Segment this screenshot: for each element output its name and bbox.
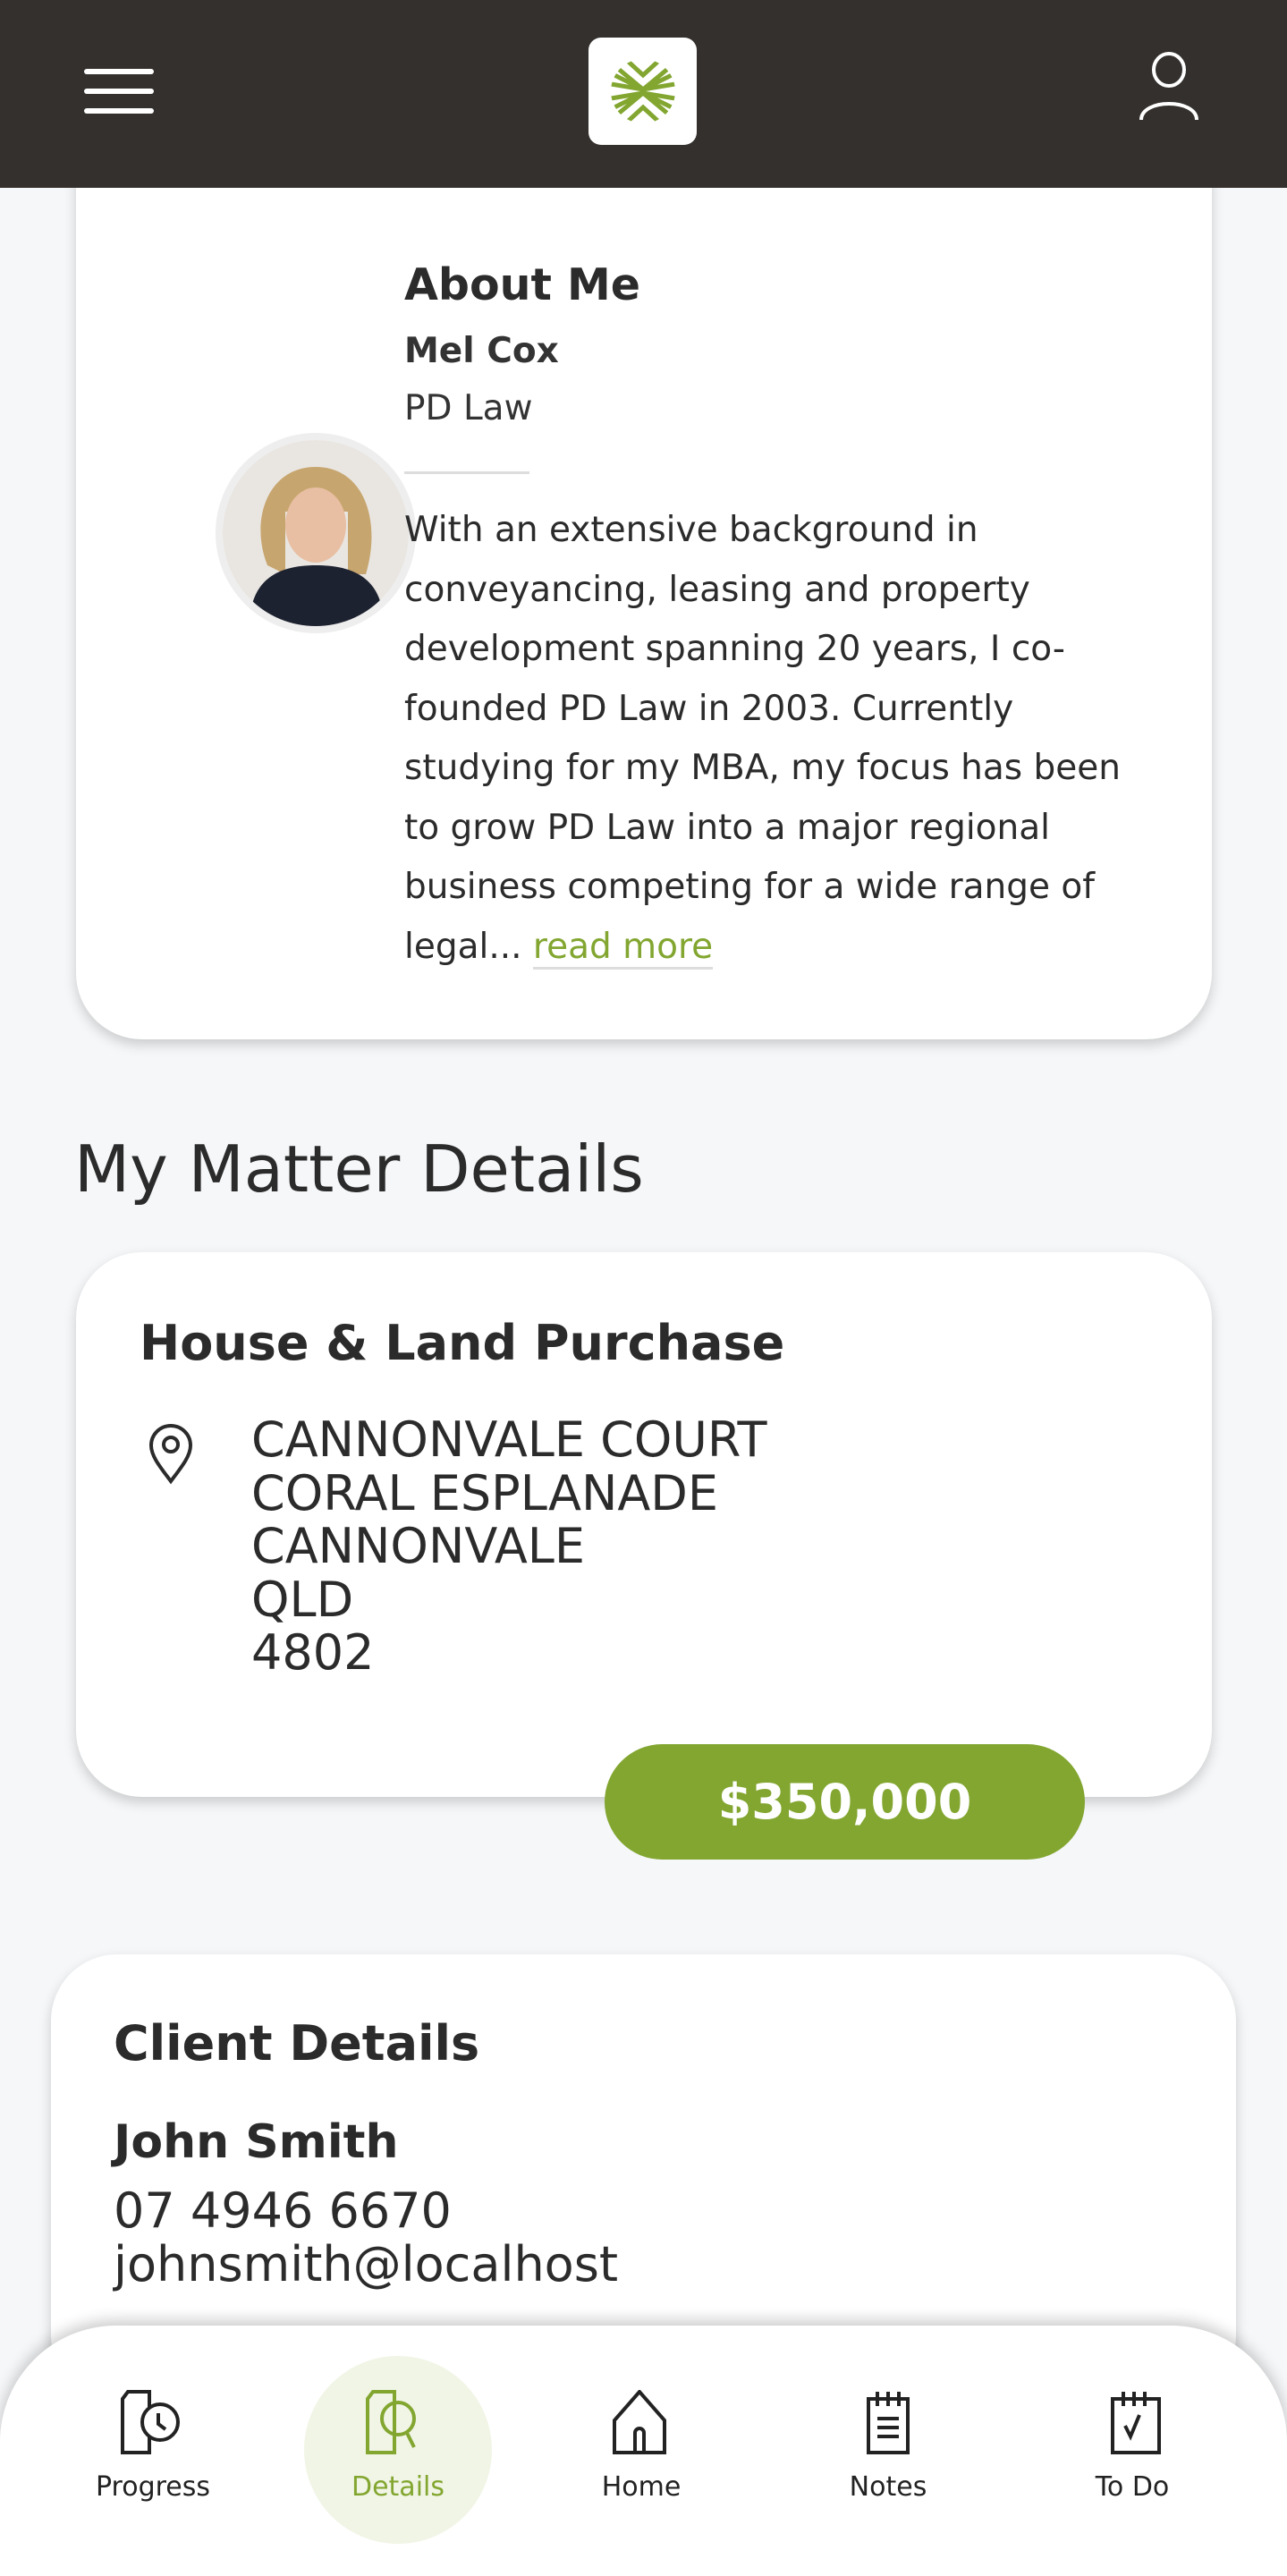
about-title: About Me bbox=[404, 259, 641, 310]
client-name: John Smith bbox=[114, 2115, 399, 2169]
avatar bbox=[216, 433, 416, 633]
nav-todo[interactable]: To Do bbox=[1034, 2326, 1231, 2576]
pd-law-logo-icon bbox=[610, 59, 675, 123]
section-title: My Matter Details bbox=[74, 1131, 644, 1207]
hamburger-line bbox=[84, 89, 154, 94]
address-line: CORAL ESPLANADE bbox=[251, 1464, 718, 1521]
bottom-nav: Progress Details Home Notes To Do bbox=[0, 2326, 1287, 2576]
address-line: CANNONVALE COURT bbox=[251, 1411, 767, 1468]
menu-button[interactable] bbox=[84, 69, 154, 114]
bio-text: With an extensive background in conveyan… bbox=[404, 501, 1164, 977]
hamburger-icon bbox=[84, 69, 154, 74]
notepad-icon bbox=[867, 2392, 910, 2454]
location-pin-icon bbox=[148, 1424, 193, 1485]
matter-address: CANNONVALE COURT CORAL ESPLANADE CANNONV… bbox=[251, 1413, 766, 1680]
document-clock-icon bbox=[121, 2390, 180, 2454]
bio-body: With an extensive background in conveyan… bbox=[404, 510, 1121, 967]
nav-label: To Do bbox=[1095, 2471, 1170, 2503]
divider bbox=[404, 471, 529, 474]
read-more-link[interactable]: read more bbox=[532, 926, 714, 970]
checklist-icon bbox=[1111, 2392, 1161, 2454]
matter-title: House & Land Purchase bbox=[140, 1315, 785, 1371]
matter-card[interactable]: House & Land Purchase CANNONVALE COURT C… bbox=[76, 1252, 1212, 1797]
nav-details[interactable]: Details bbox=[300, 2326, 496, 2576]
app-header bbox=[0, 0, 1287, 188]
client-phone[interactable]: 07 4946 6670 bbox=[114, 2182, 452, 2239]
firm-name: PD Law bbox=[404, 388, 533, 428]
address-line: 4802 bbox=[251, 1624, 375, 1681]
nav-home[interactable]: Home bbox=[543, 2326, 740, 2576]
about-me-card: About Me Mel Cox PD Law With an extensiv… bbox=[76, 170, 1212, 1039]
nav-notes[interactable]: Notes bbox=[790, 2326, 986, 2576]
profile-button[interactable] bbox=[1138, 52, 1200, 122]
address-line: QLD bbox=[251, 1571, 354, 1628]
lawyer-name: Mel Cox bbox=[404, 331, 559, 371]
client-email[interactable]: johnsmith@localhost bbox=[114, 2236, 618, 2292]
address-line: CANNONVALE bbox=[251, 1518, 585, 1574]
user-icon bbox=[1139, 52, 1198, 121]
nav-progress[interactable]: Progress bbox=[55, 2326, 251, 2576]
client-title: Client Details bbox=[114, 2015, 480, 2072]
nav-label: Details bbox=[351, 2471, 445, 2503]
hamburger-line bbox=[84, 108, 154, 114]
price-badge: $350,000 bbox=[605, 1744, 1085, 1860]
nav-label: Notes bbox=[849, 2471, 927, 2503]
logo[interactable] bbox=[588, 38, 697, 145]
nav-label: Home bbox=[601, 2471, 682, 2503]
document-search-icon bbox=[366, 2390, 416, 2454]
nav-label: Progress bbox=[95, 2471, 211, 2503]
home-icon bbox=[613, 2390, 666, 2454]
